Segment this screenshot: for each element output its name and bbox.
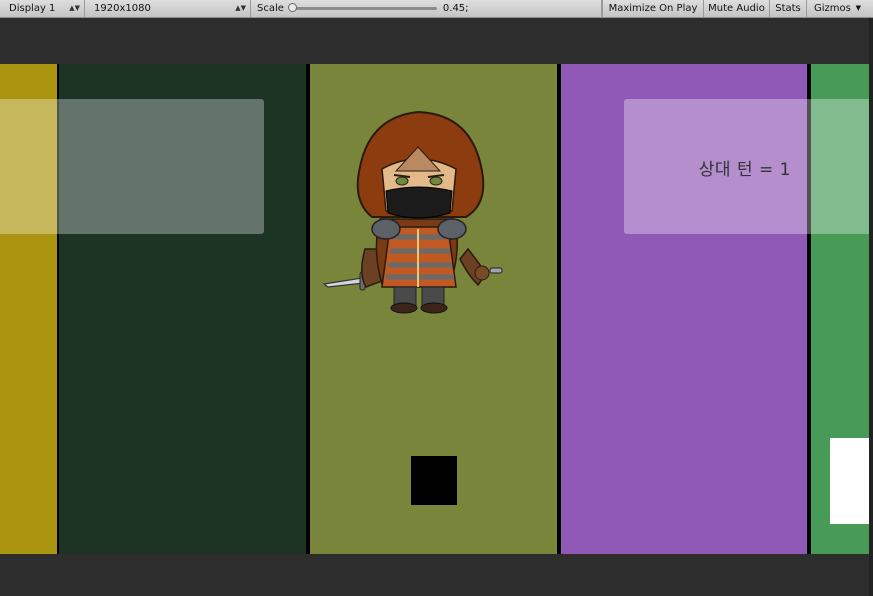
resolution-dropdown-label: 1920x1080 [94, 3, 151, 14]
scale-label: Scale [257, 3, 284, 14]
scale-slider[interactable] [287, 3, 437, 12]
player-info-panel [0, 99, 264, 234]
hooded-rogue-character-icon[interactable] [320, 109, 510, 319]
display-dropdown[interactable]: Display 1 ▲▼ [0, 0, 85, 17]
resolution-dropdown[interactable]: 1920x1080 ▲▼ [85, 0, 251, 17]
game-viewport[interactable]: 상대 턴 = 1 [0, 64, 869, 554]
display-dropdown-label: Display 1 [9, 3, 56, 14]
gizmos-label: Gizmos [814, 3, 851, 14]
opponent-turn-label: 상대 턴 = 1 [698, 160, 791, 180]
black-square-marker [411, 456, 457, 505]
window-edge [869, 18, 873, 596]
stats-button[interactable]: Stats [769, 0, 806, 17]
gizmos-dropdown[interactable]: Gizmos ▼ [806, 0, 864, 17]
dropdown-arrow-icon: ▼ [855, 4, 861, 12]
scale-control: Scale 0.45; [251, 0, 602, 17]
maximize-on-play-button[interactable]: Maximize On Play [602, 0, 703, 17]
white-card-slot[interactable] [830, 438, 869, 524]
scale-value: 0.45; [442, 3, 469, 14]
scale-slider-thumb[interactable] [287, 3, 297, 12]
opponent-info-panel: 상대 턴 = 1 [624, 99, 869, 234]
mute-audio-button[interactable]: Mute Audio [703, 0, 769, 17]
dropdown-arrow-icon: ▲▼ [69, 4, 80, 12]
game-view-toolbar: Display 1 ▲▼ 1920x1080 ▲▼ Scale 0.45; Ma… [0, 0, 873, 18]
dropdown-arrow-icon: ▲▼ [235, 4, 246, 12]
